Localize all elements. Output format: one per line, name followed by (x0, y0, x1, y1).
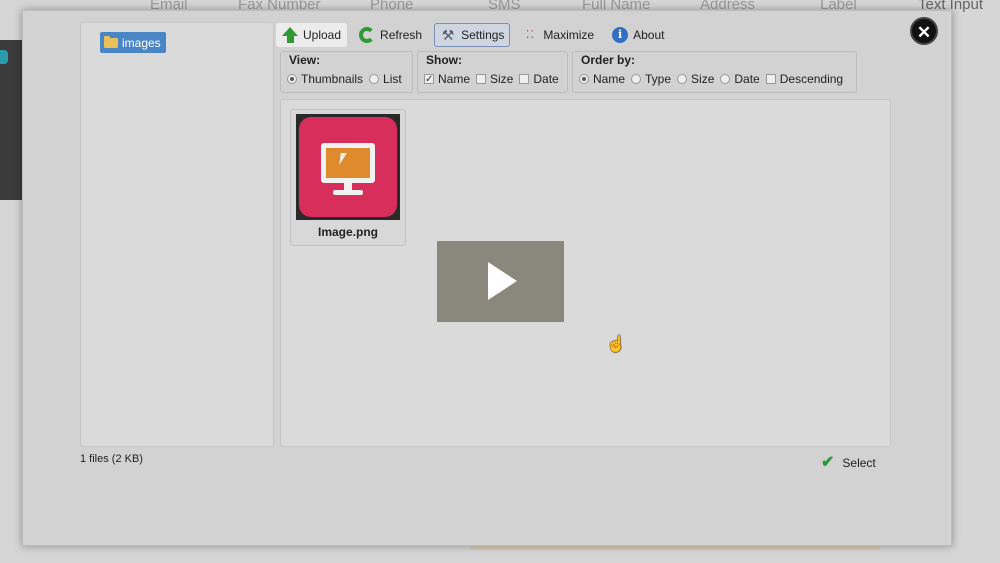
view-thumbnails-label: Thumbnails (301, 72, 364, 86)
checkbox-icon (765, 74, 776, 84)
maximize-label: Maximize (543, 28, 595, 42)
show-name-label: Name (438, 72, 471, 86)
order-name-radio[interactable]: Name (579, 72, 625, 86)
settings-button[interactable]: ⚒ Settings (434, 23, 511, 47)
view-list-radio[interactable]: List (369, 72, 402, 86)
info-icon: i (612, 27, 629, 43)
order-title: Order by: (581, 53, 636, 67)
background-sidebar (0, 40, 22, 200)
select-button[interactable]: ✔ Select (821, 454, 876, 471)
upload-arrow-icon (282, 27, 298, 43)
show-date-label: Date (533, 72, 559, 86)
show-date-checkbox[interactable]: Date (519, 72, 559, 86)
order-descending-label: Descending (779, 72, 844, 86)
view-options-group: View: Thumbnails List (280, 51, 413, 93)
file-thumbnail-item[interactable]: Image.png (290, 109, 406, 246)
monitor-icon (321, 143, 375, 183)
order-options-group: Order by: Name Type Size Date Descending (572, 51, 857, 93)
wrench-icon: ⚒ (441, 27, 455, 43)
order-date-radio[interactable]: Date (720, 72, 760, 86)
refresh-label: Refresh (380, 28, 423, 42)
view-title: View: (289, 53, 321, 67)
folder-label: images (122, 35, 161, 50)
refresh-icon (359, 27, 376, 43)
play-icon (488, 262, 517, 300)
radio-icon (720, 74, 731, 84)
video-play-button[interactable] (437, 241, 564, 322)
radio-icon (631, 74, 642, 84)
settings-label: Settings (461, 28, 505, 42)
view-thumbnails-radio[interactable]: Thumbnails (287, 72, 363, 86)
order-size-radio[interactable]: Size (677, 72, 714, 86)
about-label: About (633, 28, 665, 42)
background-sidebar-marker (0, 50, 8, 64)
radio-selected-icon (579, 74, 589, 84)
order-type-radio[interactable]: Type (631, 72, 671, 86)
checkbox-icon (476, 74, 487, 84)
maximize-button[interactable]: ⁚⁚ Maximize (516, 23, 600, 47)
maximize-icon: ⁚⁚ (525, 29, 535, 41)
order-type-label: Type (645, 72, 672, 86)
show-name-checkbox[interactable]: ✓ Name (424, 72, 470, 86)
folder-icon (104, 35, 118, 48)
checkbox-checked-icon: ✓ (424, 74, 434, 85)
hand-pointer-icon: ☝ (606, 336, 626, 353)
order-name-label: Name (593, 72, 626, 86)
order-descending-checkbox[interactable]: Descending (765, 72, 844, 86)
radio-icon (369, 74, 380, 84)
radio-icon (677, 74, 688, 84)
upload-label: Upload (303, 28, 342, 42)
order-date-label: Date (734, 72, 760, 86)
files-panel: Image.png (280, 99, 891, 447)
folder-images[interactable]: images (100, 32, 166, 53)
order-size-label: Size (691, 72, 715, 86)
about-button[interactable]: i About (606, 23, 670, 47)
radio-selected-icon (287, 74, 297, 84)
select-label: Select (842, 456, 876, 470)
show-options-group: Show: ✓ Name Size Date (417, 51, 568, 93)
file-thumbnail-image (296, 114, 400, 220)
view-list-label: List (383, 72, 402, 86)
refresh-button[interactable]: Refresh (353, 23, 428, 47)
checkbox-icon (519, 74, 530, 84)
show-size-label: Size (490, 72, 514, 86)
close-icon[interactable]: ✕ (910, 17, 938, 45)
show-title: Show: (426, 53, 462, 67)
toolbar: Upload Refresh ⚒ Settings ⁚⁚ Maximize i … (276, 22, 670, 48)
folder-tree-panel: images (80, 22, 274, 447)
file-name: Image.png (317, 225, 378, 239)
show-size-checkbox[interactable]: Size (476, 72, 513, 86)
upload-button[interactable]: Upload (276, 23, 348, 47)
files-summary-status: 1 files (2 KB) (80, 453, 143, 465)
checkmark-icon: ✔ (821, 454, 835, 471)
